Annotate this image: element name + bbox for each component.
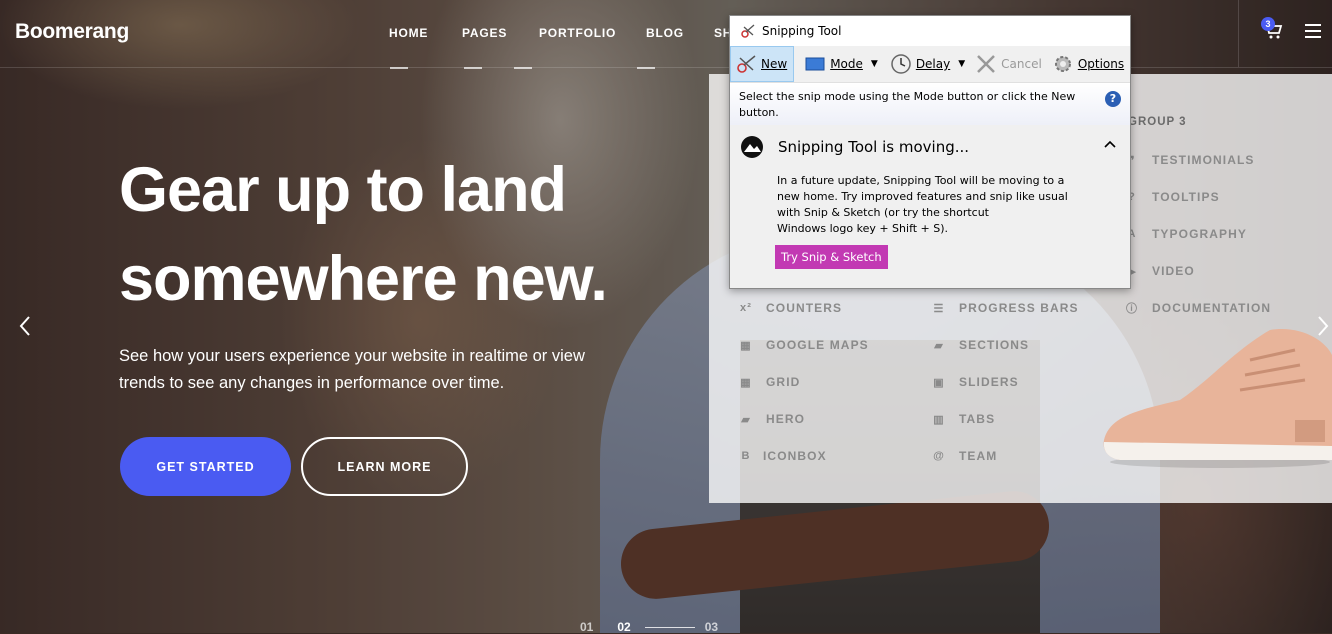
sections-icon: ▰ bbox=[934, 339, 944, 352]
menu-item-iconbox[interactable]: B ICONBOX bbox=[739, 449, 827, 463]
delay-button[interactable]: Delay ▼ bbox=[886, 46, 969, 82]
nav-blog[interactable]: BLOG bbox=[637, 26, 714, 69]
hero-description-line-2: trends to see any changes in performance… bbox=[119, 374, 505, 392]
dropdown-arrow-icon[interactable]: ▼ bbox=[871, 59, 878, 69]
superscript-icon: x² bbox=[740, 302, 752, 314]
hero-title: Gear up to land somewhere new. bbox=[119, 155, 608, 314]
slide-02[interactable]: 02 bbox=[617, 620, 630, 634]
menu-item-hero[interactable]: ▰ HERO bbox=[739, 412, 805, 426]
nav-home[interactable]: HOME bbox=[389, 26, 462, 69]
options-label: Options bbox=[1077, 57, 1125, 71]
notice-body-2: Windows logo key + Shift + S). bbox=[777, 222, 949, 235]
snipping-tool-title: Snipping Tool bbox=[762, 24, 842, 38]
chevron-left-icon[interactable] bbox=[18, 315, 32, 337]
notice-title: Snipping Tool is moving... bbox=[778, 138, 970, 156]
mega-menu-group3-heading: GROUP 3 bbox=[1128, 116, 1187, 128]
snip-sketch-icon bbox=[741, 136, 763, 158]
menu-item-sliders[interactable]: ▣ SLIDERS bbox=[932, 375, 1019, 389]
menu-item-typography[interactable]: A TYPOGRAPHY bbox=[1125, 227, 1247, 241]
hero-title-line-2: somewhere new. bbox=[119, 244, 608, 314]
chevron-up-icon[interactable] bbox=[1104, 139, 1116, 149]
cancel-label: Cancel bbox=[1001, 57, 1042, 71]
sneaker-image bbox=[1103, 329, 1332, 468]
menu-item-documentation[interactable]: ⓘ DOCUMENTATION bbox=[1125, 301, 1271, 315]
delay-label: Delay bbox=[915, 57, 951, 71]
menu-item-google-maps[interactable]: ▦ GOOGLE MAPS bbox=[739, 338, 869, 352]
snip-info-text: Select the snip mode using the Mode butt… bbox=[739, 90, 1076, 119]
slide-01[interactable]: 01 bbox=[580, 620, 593, 634]
snip-moving-notice: Snipping Tool is moving... In a future u… bbox=[730, 125, 1130, 269]
hero-description-line-1: See how your users experience your websi… bbox=[119, 347, 585, 365]
new-snip-button[interactable]: New bbox=[730, 46, 795, 82]
sliders-icon: ▣ bbox=[933, 376, 945, 389]
slider-pagination: 01 02 03 bbox=[580, 620, 718, 634]
slide-03[interactable]: 03 bbox=[705, 620, 718, 634]
dropdown-arrow-icon[interactable]: ▼ bbox=[958, 59, 965, 69]
learn-more-button[interactable]: LEARN MORE bbox=[301, 437, 468, 496]
bold-icon: B bbox=[741, 450, 751, 462]
main-nav: HOME PAGES PORTFOLIO BLOG SH bbox=[389, 26, 734, 69]
notice-body-1: In a future update, Snipping Tool will b… bbox=[777, 174, 1068, 219]
rectangle-snip-icon bbox=[805, 57, 825, 71]
snip-mode-info: Select the snip mode using the Mode butt… bbox=[730, 83, 1130, 125]
snipping-tool-titlebar[interactable]: Snipping Tool bbox=[730, 16, 1130, 46]
header-divider bbox=[0, 67, 1332, 68]
tabs-icon: ▥ bbox=[933, 413, 945, 426]
header-vertical-divider bbox=[1238, 0, 1239, 67]
menu-item-video[interactable]: ▶ VIDEO bbox=[1125, 264, 1195, 278]
active-slide-indicator bbox=[644, 626, 695, 628]
menu-item-sections[interactable]: ▰ SECTIONS bbox=[932, 338, 1029, 352]
cart-count-badge: 3 bbox=[1261, 17, 1275, 31]
at-icon: @ bbox=[933, 450, 945, 462]
nav-portfolio[interactable]: PORTFOLIO bbox=[514, 26, 646, 69]
new-label: New bbox=[761, 57, 788, 71]
try-snip-sketch-button[interactable]: Try Snip & Sketch bbox=[775, 245, 888, 269]
chat-icon: ▰ bbox=[741, 413, 751, 426]
nav-pages[interactable]: PAGES bbox=[462, 26, 539, 69]
clock-icon bbox=[891, 54, 911, 74]
help-icon[interactable]: ? bbox=[1105, 91, 1121, 107]
menu-item-grid[interactable]: ▦ GRID bbox=[739, 375, 800, 389]
menu-item-tooltips[interactable]: ? TOOLTIPS bbox=[1125, 190, 1220, 204]
menu-item-team[interactable]: @ TEAM bbox=[932, 449, 997, 463]
mode-button[interactable]: Mode ▼ bbox=[800, 46, 882, 82]
scissors-icon bbox=[741, 24, 755, 38]
snipping-tool-toolbar: New Mode ▼ Delay ▼ Cancel Options bbox=[730, 46, 1130, 83]
close-icon bbox=[977, 55, 996, 73]
map-icon: ▦ bbox=[740, 339, 752, 352]
cancel-button[interactable]: Cancel bbox=[971, 46, 1046, 82]
menu-item-tabs[interactable]: ▥ TABS bbox=[932, 412, 995, 426]
notice-body: In a future update, Snipping Tool will b… bbox=[777, 173, 1087, 237]
get-started-button[interactable]: GET STARTED bbox=[120, 437, 291, 496]
menu-item-testimonials[interactable]: ❞ TESTIMONIALS bbox=[1125, 153, 1255, 167]
info-icon: ⓘ bbox=[1125, 303, 1139, 315]
options-button[interactable]: Options bbox=[1048, 46, 1128, 82]
menu-item-counters[interactable]: x² COUNTERS bbox=[739, 301, 842, 315]
mode-label: Mode bbox=[830, 57, 863, 71]
gear-icon bbox=[1054, 56, 1071, 72]
list-icon: ☰ bbox=[933, 302, 945, 315]
hero-description: See how your users experience your websi… bbox=[119, 343, 659, 397]
hamburger-menu-icon[interactable] bbox=[1305, 24, 1321, 38]
site-logo[interactable]: Boomerang bbox=[15, 20, 129, 44]
hero-title-line-1: Gear up to land bbox=[119, 155, 567, 225]
grid-icon: ▦ bbox=[740, 376, 752, 389]
scissors-icon bbox=[737, 55, 756, 73]
snipping-tool-window: Snipping Tool New Mode ▼ Delay ▼ Cancel … bbox=[729, 15, 1131, 289]
menu-item-progress-bars[interactable]: ☰ PROGRESS BARS bbox=[932, 301, 1079, 315]
